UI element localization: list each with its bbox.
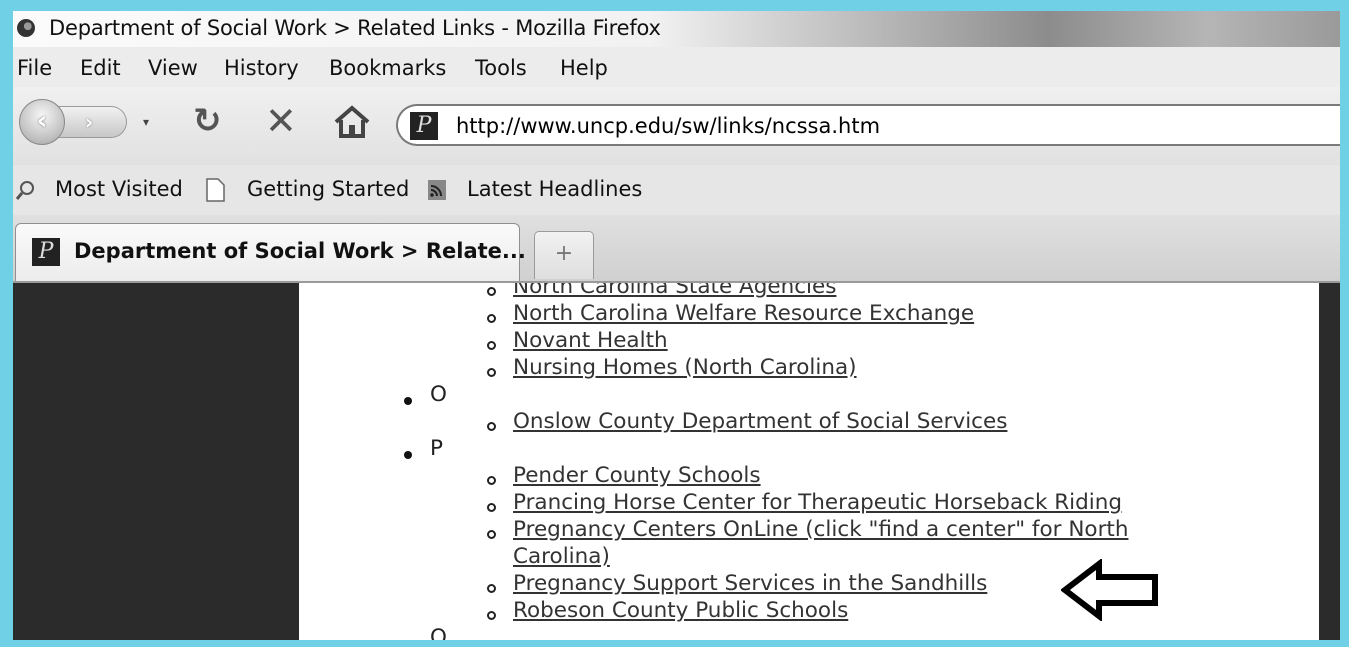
tab-bar: P Department of Social Work > Relate... … — [13, 215, 1340, 283]
title-bar: Department of Social Work > Related Link… — [13, 11, 1340, 47]
bullet-circle — [487, 287, 496, 296]
back-icon: ‹ — [36, 106, 48, 136]
navigation-toolbar: › ▾ ‹ ↻ ✕ P http://www.uncp.edu/sw/links… — [13, 87, 1340, 165]
link-prancing-horse-center[interactable]: Prancing Horse Center for Therapeutic Ho… — [513, 490, 1122, 515]
bullet-disc — [404, 451, 412, 459]
link-onslow-county-dss[interactable]: Onslow County Department of Social Servi… — [513, 409, 1007, 434]
page-icon — [206, 178, 225, 202]
menu-tools-label: Tools — [475, 56, 527, 80]
bullet-circle — [487, 368, 496, 377]
menu-history[interactable]: History — [224, 56, 299, 80]
list-item: Pender County Schools — [513, 463, 761, 488]
bullet-circle — [487, 314, 496, 323]
link-nc-welfare-resource-exchange[interactable]: North Carolina Welfare Resource Exchange — [513, 301, 974, 326]
list-item: Pregnancy Centers OnLine (click "find a … — [513, 517, 1128, 542]
annotation-arrow-icon — [1061, 559, 1158, 621]
section-letter-p: P — [430, 436, 443, 461]
list-item-continuation: Carolina) — [513, 544, 610, 569]
tab-active[interactable]: P Department of Social Work > Relate... — [15, 223, 526, 281]
menu-file[interactable]: File — [17, 56, 52, 80]
menu-view-label: View — [148, 56, 198, 80]
bullet-circle — [487, 476, 496, 485]
menu-bar: File Edit View History Bookmarks Tools H… — [13, 47, 1340, 87]
tab-favicon-icon: P — [32, 238, 60, 266]
bullet-circle — [487, 584, 496, 593]
history-dropdown-icon[interactable]: ▾ — [143, 113, 157, 131]
list-item: Robeson County Public Schools — [513, 598, 848, 623]
site-favicon-icon: P — [410, 112, 438, 140]
bullet-circle — [487, 611, 496, 620]
menu-edit-label: Edit — [80, 56, 121, 80]
link-novant-health[interactable]: Novant Health — [513, 328, 668, 353]
link-pregnancy-support-sandhills[interactable]: Pregnancy Support Services in the Sandhi… — [513, 571, 987, 596]
firefox-icon — [17, 19, 35, 37]
link-nc-state-agencies[interactable]: North Carolina State Agencies — [513, 283, 836, 299]
menu-bookmarks[interactable]: Bookmarks — [329, 56, 446, 80]
home-icon[interactable] — [333, 105, 371, 146]
list-item: Nursing Homes (North Carolina) — [513, 355, 857, 380]
new-tab-button[interactable]: + — [534, 231, 594, 279]
list-item: North Carolina State Agencies — [513, 283, 836, 299]
menu-help[interactable]: Help — [560, 56, 608, 80]
forward-button[interactable]: › — [57, 106, 127, 138]
bookmark-latest-headlines[interactable]: Latest Headlines — [467, 177, 642, 201]
link-pregnancy-centers-online[interactable]: Pregnancy Centers OnLine (click "find a … — [513, 517, 1128, 542]
list-item: Prancing Horse Center for Therapeutic Ho… — [513, 490, 1122, 515]
link-robeson-county-schools[interactable]: Robeson County Public Schools — [513, 598, 848, 623]
bullet-circle — [487, 422, 496, 431]
bookmark-getting-started[interactable]: Getting Started — [247, 177, 409, 201]
stop-icon[interactable]: ✕ — [265, 101, 297, 141]
most-visited-icon — [15, 181, 34, 200]
section-letter-o: O — [430, 382, 447, 407]
bullet-circle — [487, 530, 496, 539]
plus-icon: + — [554, 241, 574, 266]
bullet-circle — [487, 503, 496, 512]
back-button[interactable]: ‹ — [19, 99, 65, 145]
bookmarks-toolbar: Most Visited Getting Started Latest Head… — [13, 165, 1340, 215]
list-item: Novant Health — [513, 328, 668, 353]
bookmark-most-visited[interactable]: Most Visited — [55, 177, 183, 201]
list-item: Onslow County Department of Social Servi… — [513, 409, 1007, 434]
link-nursing-homes[interactable]: Nursing Homes (North Carolina) — [513, 355, 857, 380]
menu-history-label: History — [224, 56, 299, 80]
window-title: Department of Social Work > Related Link… — [49, 16, 661, 40]
list-item: Pregnancy Support Services in the Sandhi… — [513, 571, 987, 596]
link-pregnancy-centers-online-cont[interactable]: Carolina) — [513, 544, 610, 569]
menu-view[interactable]: View — [148, 56, 198, 80]
menu-tools[interactable]: Tools — [475, 56, 527, 80]
bullet-disc — [404, 397, 412, 405]
right-page-border — [1319, 283, 1340, 640]
section-letter-next: Q — [430, 625, 447, 640]
url-text: http://www.uncp.edu/sw/links/ncssa.htm — [456, 114, 881, 138]
link-pender-county-schools[interactable]: Pender County Schools — [513, 463, 761, 488]
url-bar[interactable]: P http://www.uncp.edu/sw/links/ncssa.htm — [396, 104, 1340, 146]
list-item: North Carolina Welfare Resource Exchange — [513, 301, 974, 326]
back-forward-group: › ▾ ‹ — [19, 99, 169, 145]
browser-window: Department of Social Work > Related Link… — [13, 11, 1340, 640]
menu-help-label: Help — [560, 56, 608, 80]
menu-edit[interactable]: Edit — [80, 56, 121, 80]
forward-icon: › — [85, 110, 94, 134]
bullet-circle — [487, 341, 496, 350]
rss-feed-icon — [428, 180, 446, 200]
reload-icon[interactable]: ↻ — [193, 101, 222, 141]
page-body: North Carolina State Agencies North Caro… — [299, 283, 1319, 640]
menu-bookmarks-label: Bookmarks — [329, 56, 447, 80]
tab-title: Department of Social Work > Relate... — [74, 239, 526, 263]
menu-file-label: File — [17, 56, 53, 80]
